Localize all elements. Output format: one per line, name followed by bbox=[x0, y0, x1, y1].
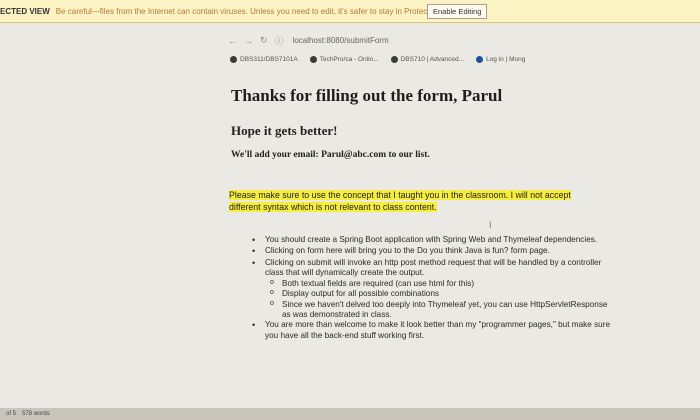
page-count: of 5 bbox=[6, 411, 17, 417]
text-cursor-icon: I bbox=[489, 220, 492, 230]
mongodb-icon bbox=[476, 56, 484, 63]
url-text: localhost:8080/submitForm bbox=[292, 36, 389, 45]
form-result-heading: Thanks for filling out the form, Parul bbox=[231, 86, 503, 105]
list-item: Clicking on submit will invoke an http p… bbox=[252, 258, 612, 279]
list-item: You should create a Spring Boot applicat… bbox=[252, 235, 612, 246]
email-confirmation: We'll add your email: Parul@abc.com to o… bbox=[231, 150, 430, 160]
highlighted-note: Please make sure to use the concept that… bbox=[229, 190, 571, 212]
word-count: 578 words bbox=[22, 411, 50, 417]
bookmark-item: DBS710 | Advanced... bbox=[390, 56, 464, 63]
bookmark-item: DBS311/DBS7101A bbox=[230, 56, 298, 63]
instruction-list: You should create a Spring Boot applicat… bbox=[252, 235, 612, 342]
bookmark-icon bbox=[230, 56, 237, 63]
status-bar: of 5 578 words bbox=[0, 408, 700, 420]
form-result-subheading: Hope it gets better! bbox=[231, 123, 338, 138]
bookmark-item: TechPro/ca - Onlin... bbox=[309, 56, 379, 63]
back-icon: ← bbox=[228, 35, 237, 46]
document-page: ← → ↻ ⓘ localhost:8080/submitForm DBS311… bbox=[0, 23, 700, 408]
bookmark-icon bbox=[309, 56, 317, 63]
bookmark-item: Log in | Mong bbox=[476, 56, 525, 63]
sub-list-item: Both textual fields are required (can us… bbox=[252, 278, 612, 289]
forward-icon: → bbox=[244, 35, 253, 46]
enable-editing-button[interactable]: Enable Editing bbox=[427, 4, 488, 19]
list-item: You are more than welcome to make it loo… bbox=[252, 320, 612, 341]
protected-view-bar: ECTED VIEW Be careful—files from the Int… bbox=[0, 0, 700, 23]
sub-list-item: Display output for all possible combinat… bbox=[252, 288, 612, 299]
bookmarks-bar: DBS311/DBS7101A TechPro/ca - Onlin... DB… bbox=[230, 56, 537, 63]
sub-list-item: Since we haven't delved too deeply into … bbox=[252, 299, 612, 321]
reload-icon: ↻ bbox=[260, 35, 268, 45]
bookmark-icon bbox=[390, 56, 398, 63]
list-item: Clicking on form here will bring you to … bbox=[252, 246, 612, 257]
browser-toolbar: ← → ↻ ⓘ localhost:8080/submitForm bbox=[228, 34, 389, 47]
protected-view-message: Be careful—files from the Internet can c… bbox=[55, 6, 460, 16]
protected-view-label: ECTED VIEW bbox=[0, 6, 50, 16]
info-icon: ⓘ bbox=[274, 36, 284, 46]
